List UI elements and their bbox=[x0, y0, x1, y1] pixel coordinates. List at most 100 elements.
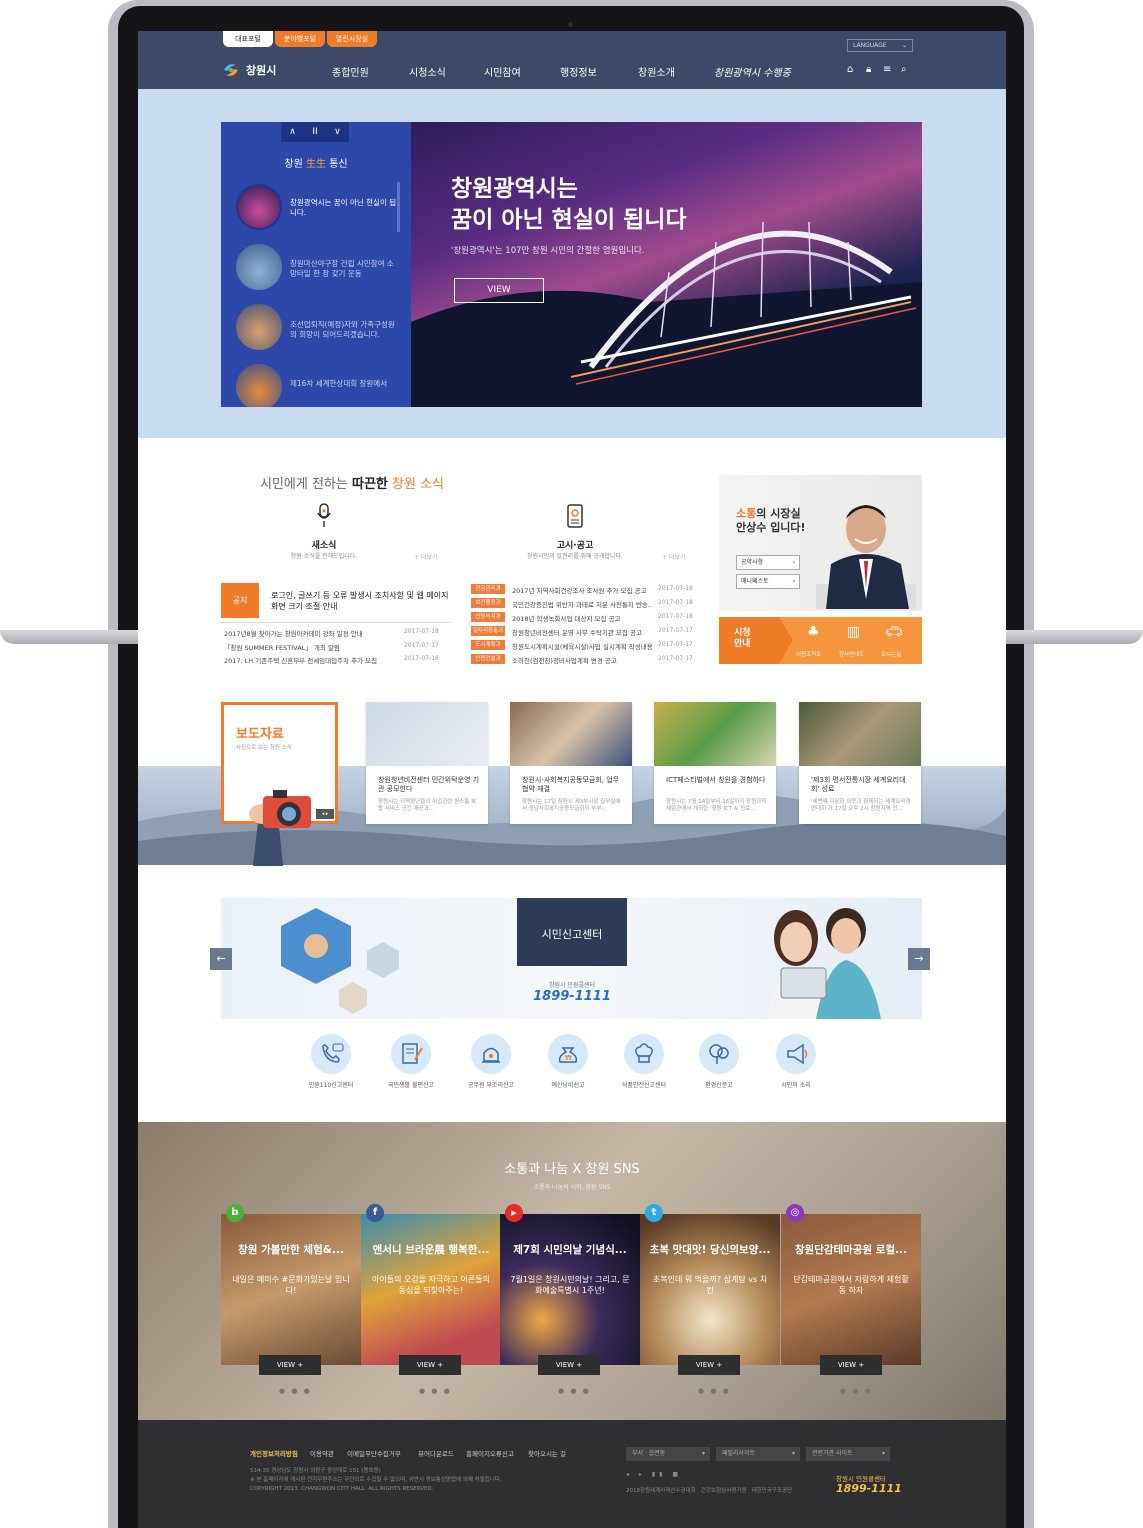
footer-link-terms[interactable]: 이용약관 bbox=[310, 1448, 334, 1458]
related-site-select[interactable]: 관련기관 사이트 ▾ bbox=[806, 1447, 890, 1461]
car-icon[interactable]: 🚗︎ bbox=[885, 624, 903, 640]
hero-view-button[interactable]: VIEW bbox=[454, 278, 544, 303]
thumb-convention[interactable] bbox=[236, 364, 282, 407]
hero-list-item[interactable]: 창원마산야구장 건립 시민참여 소망타일 한 장 갖기 운동 bbox=[290, 259, 398, 279]
report-icon-label[interactable]: 민원110신고센터 bbox=[291, 1080, 371, 1089]
lock-icon[interactable]: 🔒︎ bbox=[866, 64, 871, 75]
footer-link-report-error[interactable]: 홈페이지오류신고 bbox=[466, 1448, 514, 1458]
pledge-button[interactable]: 공약사항 › bbox=[736, 555, 800, 570]
footer-link-directions[interactable]: 찾아오시는 길 bbox=[528, 1448, 566, 1458]
org-chart-icon[interactable]: ♣ bbox=[807, 624, 820, 640]
megaphone-icon[interactable] bbox=[776, 1034, 816, 1074]
footer-link-viewer[interactable]: 뷰어다운로드 bbox=[418, 1448, 454, 1458]
tree-icon[interactable] bbox=[699, 1034, 739, 1074]
org-chart-label[interactable]: 시청조직도 bbox=[796, 650, 821, 658]
report-prev-button[interactable]: ← bbox=[210, 948, 232, 970]
notice-more-link[interactable]: + 더보기 bbox=[662, 552, 686, 561]
sns-card[interactable]: b 창원 가볼만한 체험&... 내일은 매미수 #문화가있는날 입니다! bbox=[221, 1204, 361, 1365]
chef-hat-icon[interactable] bbox=[624, 1034, 664, 1074]
phone-chat-icon[interactable] bbox=[311, 1034, 351, 1074]
language-select[interactable]: LANGUAGE ⌄ bbox=[847, 39, 913, 52]
building-icon[interactable]: ▥ bbox=[847, 624, 860, 640]
hero-list-item[interactable]: 제16차 세계한상대회 창원에서 bbox=[290, 379, 398, 389]
press-card[interactable]: 창원시-사회복지공동모금회, 업무협약 체결 창원시는 17일 창원시 제3부시… bbox=[510, 702, 632, 824]
thumb-stadium[interactable] bbox=[236, 244, 282, 290]
sns-view-button[interactable]: VIEW + bbox=[820, 1355, 882, 1375]
slide-up-button[interactable]: ∧ bbox=[289, 127, 296, 137]
tab-open-mayor[interactable]: 열린시장실 bbox=[327, 31, 377, 47]
sns-view-button[interactable]: VIEW + bbox=[678, 1355, 740, 1375]
money-bag-icon[interactable]: ₩ bbox=[548, 1034, 588, 1074]
dept-select[interactable]: 부서 · 읍면동 ▾ bbox=[626, 1447, 710, 1461]
notice-row-text[interactable]: 2017년 지역사회건강조사 조사원 추가 모집 공고 bbox=[512, 585, 652, 595]
report-title-box[interactable]: 시민신고센터 bbox=[517, 898, 627, 966]
sns-pagination[interactable]: ● ● ● bbox=[558, 1387, 591, 1395]
search-icon[interactable]: ⌕ bbox=[901, 64, 907, 75]
couple-with-tablet bbox=[766, 908, 881, 1019]
notice-row-text[interactable]: 창원청년비전센터 운영 사무 수탁기관 모집 공고 bbox=[512, 627, 652, 637]
sns-view-button[interactable]: VIEW + bbox=[259, 1355, 321, 1375]
sns-card[interactable]: ▶ 제7회 시민의날 기념식... 7월1일은 창원시민의날! 그리고, 문화예… bbox=[500, 1204, 640, 1365]
footer-link-email[interactable]: 이메일무단수집거부 bbox=[347, 1448, 401, 1458]
manifesto-button[interactable]: 매니페스토 › bbox=[736, 574, 800, 589]
nav-civil-service[interactable]: 종합민원 bbox=[332, 64, 369, 79]
report-icon-label[interactable]: 국민생활 불편신고 bbox=[371, 1080, 451, 1089]
report-next-button[interactable]: → bbox=[908, 948, 930, 970]
twitter-icon: t bbox=[645, 1204, 663, 1222]
press-card-desc: '세번째 다문화 이웃과 함께하는 세계요리경연대회'가 17일 오후 2시 창… bbox=[811, 799, 911, 812]
news-row-text[interactable]: 2017년8월 찾아가는 창원아카데미 강좌 일정 안내 bbox=[224, 628, 399, 638]
sns-card[interactable]: t 초복 맛대맛! 당신의보양... 초복인데 뭐 먹을까? 삼계탕 vs 치킨 bbox=[640, 1204, 780, 1365]
report-icon-label[interactable]: 환경신문고 bbox=[679, 1080, 759, 1089]
nav-about[interactable]: 창원소개 bbox=[638, 64, 675, 79]
slide-pause-button[interactable]: II bbox=[312, 127, 317, 137]
sns-card[interactable]: ◎ 창원단감테마공원 로컬... 단감테마공원에서 자랑하게 체험활동 하자 bbox=[781, 1204, 921, 1365]
notebook-pencil-icon[interactable] bbox=[391, 1034, 431, 1074]
notice-headline[interactable]: 로그인, 글쓰기 등 오류 발생시 조치사항 및 웹 페이지 화면 크기 조절 … bbox=[271, 590, 451, 612]
call-center-label: 창원시 민원콜센터 bbox=[548, 982, 596, 989]
sns-pagination[interactable]: ● ● ● bbox=[840, 1387, 873, 1395]
nav-participation[interactable]: 시민참여 bbox=[484, 64, 521, 79]
press-card[interactable]: '제3회 명서전통시장 세계요리대회' 성료 '세번째 다문화 이웃과 함께하는… bbox=[799, 702, 921, 824]
menu-icon[interactable]: ≡ bbox=[883, 64, 891, 75]
notice-row-text[interactable]: 소하천(검천천)정비사업계획 변경 공고 bbox=[512, 655, 652, 665]
tab-field-portal[interactable]: 분야별포털 bbox=[275, 31, 325, 47]
site-logo[interactable]: 창원시 bbox=[222, 62, 276, 78]
sns-view-button[interactable]: VIEW + bbox=[399, 1355, 461, 1375]
tab-main-portal[interactable]: 대표포털 bbox=[223, 31, 273, 47]
notice-row-text[interactable]: 2018년 학생녹화사업 대상지 모집 공고 bbox=[512, 613, 652, 623]
report-icon-label[interactable]: 예산낭비신고 bbox=[528, 1080, 608, 1089]
report-icon-label[interactable]: 식품안전신고센터 bbox=[604, 1080, 684, 1089]
footer-link-privacy[interactable]: 개인정보처리방침 bbox=[250, 1448, 298, 1458]
hero-list-item[interactable]: 창원광역시는 꿈이 아닌 현실이 됩니다. bbox=[290, 198, 398, 218]
sns-pagination[interactable]: ● ● ● bbox=[419, 1387, 452, 1395]
news-row-text[interactable]: 「창원 SUMMER FESTIVAL」 개최 알림 bbox=[224, 642, 399, 652]
sns-view-button[interactable]: VIEW + bbox=[538, 1355, 600, 1375]
nav-admin-info[interactable]: 행정정보 bbox=[560, 64, 597, 79]
thumb-bridge[interactable] bbox=[236, 184, 282, 230]
building-map-label[interactable]: 청사안내도 bbox=[839, 650, 864, 658]
family-site-select[interactable]: 패밀리사이트 ▾ bbox=[716, 1447, 800, 1461]
thumb-shipyard[interactable] bbox=[236, 304, 282, 350]
directions-label[interactable]: 오시는길 bbox=[881, 650, 901, 658]
notice-row-text[interactable]: 국민건강증진법 위반자 과태료 처분 사전통지 반송... bbox=[512, 599, 652, 609]
hero-news-list: ∧ II ∨ 창원 生生 통신 창원광역시는 꿈이 아닌 현실이 됩니다. 창원… bbox=[221, 122, 411, 407]
report-icon-label[interactable]: 시민의 소리 bbox=[756, 1080, 836, 1089]
banner-controls[interactable]: ◂ ▸ ▮▮ ■ bbox=[626, 1471, 682, 1478]
sns-card[interactable]: f 앤서니 브라운展 행복한... 아이들의 오감을 자극하고 어른들의 동심을… bbox=[361, 1204, 501, 1365]
nav-city-news[interactable]: 시청소식 bbox=[409, 64, 446, 79]
siren-icon[interactable] bbox=[471, 1034, 511, 1074]
city-hall-guide: 시청 안내 ♣ 시청조직도 ▥ 청사안내도 🚗︎ 오시는길 bbox=[719, 617, 922, 664]
news-more-link[interactable]: + 더보기 bbox=[414, 552, 438, 561]
sns-pagination[interactable]: ● ● ● bbox=[698, 1387, 731, 1395]
home-icon[interactable]: ⌂ bbox=[847, 64, 853, 75]
news-row-text[interactable]: 2017. LH 기존주택 신혼부부 전세임대입주자 추가 모집 bbox=[224, 655, 399, 665]
sns-pagination[interactable]: ● ● ● bbox=[279, 1387, 312, 1395]
report-icon-label[interactable]: 공무원 부조리신고 bbox=[451, 1080, 531, 1089]
news-divider bbox=[221, 622, 451, 623]
notice-row-text[interactable]: 창원도시계획시설(체육시설)사업 실시계획 작성내용... bbox=[512, 641, 652, 651]
press-card[interactable]: 창원청년비전센터 민간위탁운영 기관 공모한다 창원시는 지역청년들의 취업관련… bbox=[366, 702, 488, 824]
footer-banners[interactable]: 2018창원세계사격선수권대회 건강보험심사평가원 대한민국구조공단 bbox=[626, 1487, 792, 1495]
press-card[interactable]: ICT페스티벌에서 창원을 경험하다 창원시는 7월 14일부터 16일까지 창… bbox=[654, 702, 776, 824]
slide-down-button[interactable]: ∨ bbox=[334, 127, 341, 137]
hero-list-item[interactable]: 조선업퇴직(예정)자와 가족구성원의 희망이 되어드리겠습니다. bbox=[290, 320, 398, 340]
